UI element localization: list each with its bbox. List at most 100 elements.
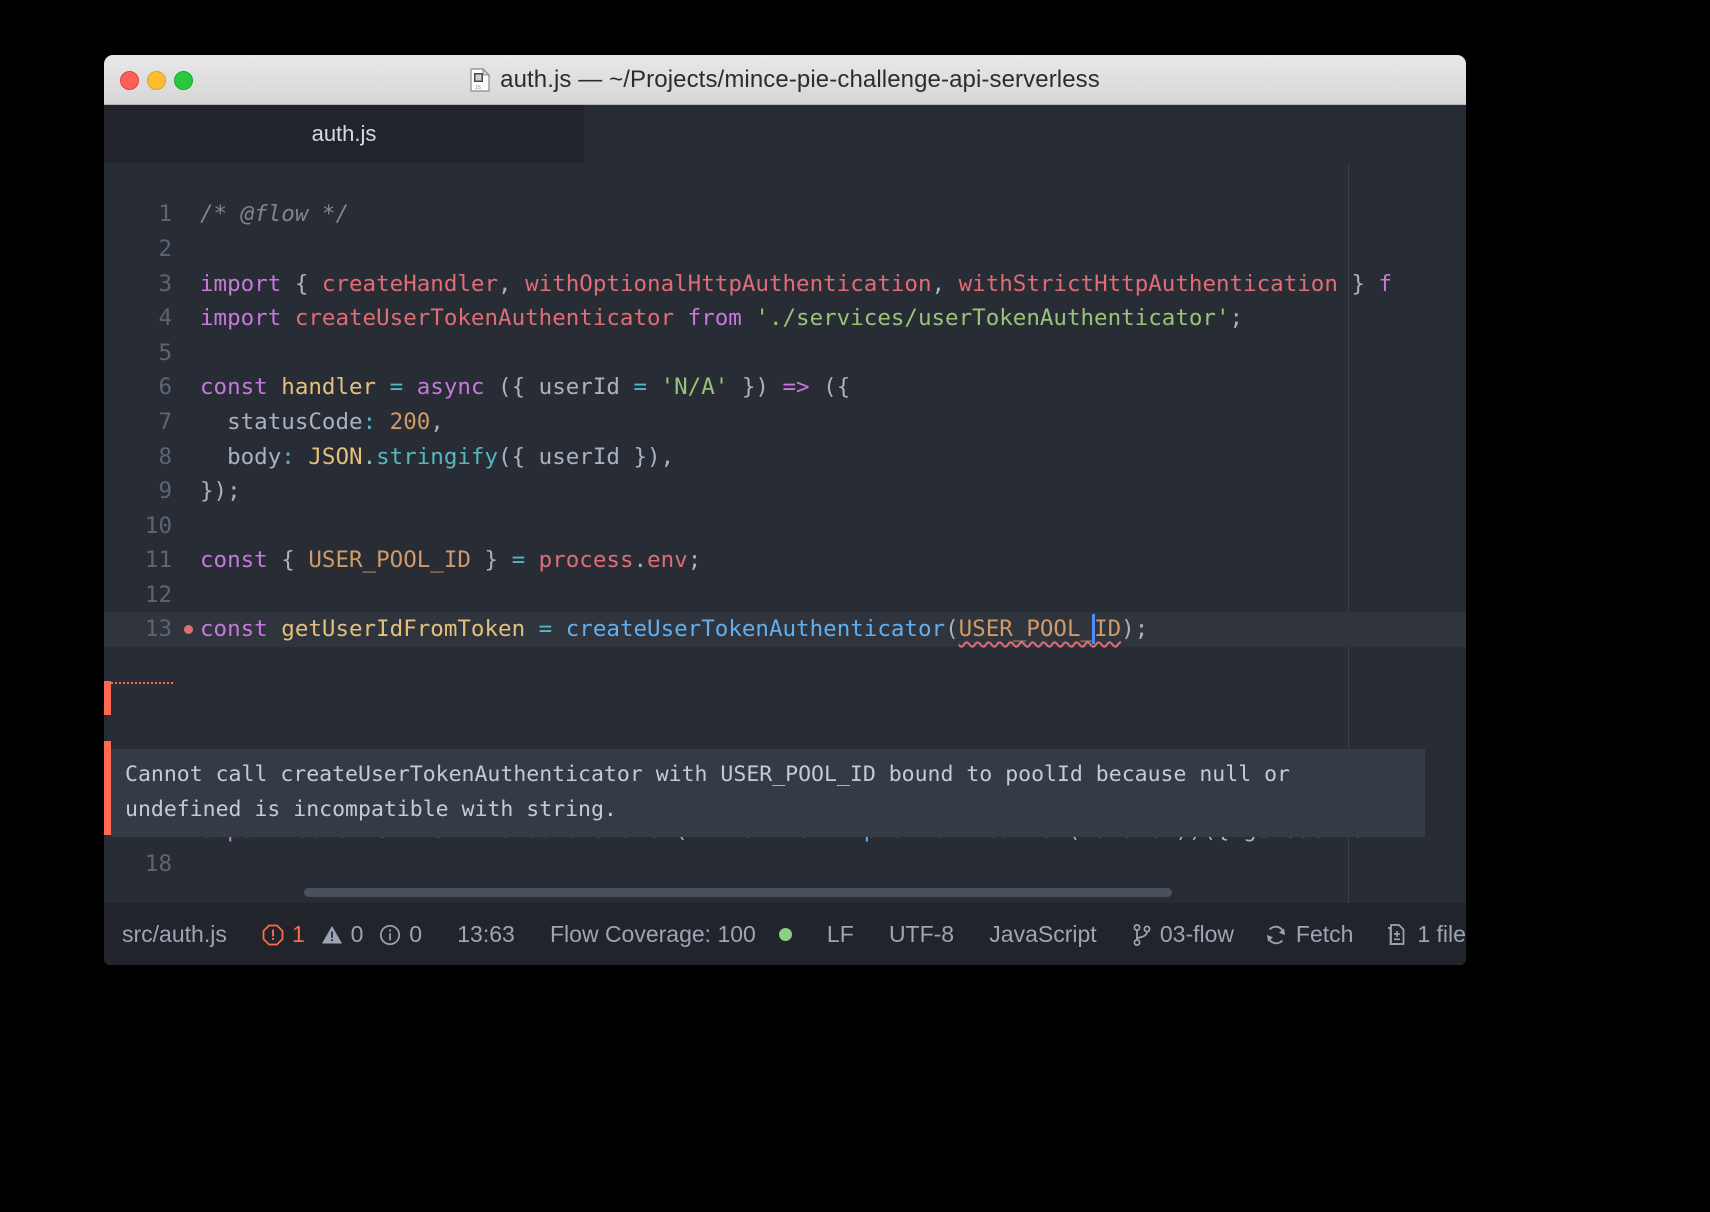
error-datatip-line-1: Cannot call createUserTokenAuthenticator… <box>125 762 1290 787</box>
horizontal-scrollbar-thumb[interactable] <box>304 888 1172 897</box>
code-line-2[interactable]: 2 <box>104 232 1466 267</box>
code-line-18[interactable]: 18 <box>104 847 1466 882</box>
status-line-ending[interactable]: LF <box>827 921 854 948</box>
status-flow-coverage[interactable]: Flow Coverage: 100 <box>550 921 756 948</box>
token: { <box>281 271 322 297</box>
code-line-13[interactable]: 13 const getUserIdFromToken = createUserT… <box>104 612 1466 647</box>
token: : <box>362 409 377 435</box>
tab-bar-empty-area <box>584 105 1466 163</box>
code-line-5[interactable]: 5 <box>104 336 1466 371</box>
token: => <box>782 374 810 400</box>
token: : <box>281 444 295 470</box>
status-flow-server[interactable] <box>778 928 792 941</box>
flow-coverage-label: Flow Coverage: 100 <box>550 921 756 947</box>
tab-bar: auth.js <box>104 105 1466 163</box>
code-line-10[interactable]: 10 <box>104 509 1466 544</box>
horizontal-scrollbar-track[interactable] <box>200 888 1450 897</box>
code-line-9[interactable]: 9}); <box>104 474 1466 509</box>
token: userId <box>538 374 620 400</box>
file-diff-icon <box>1383 922 1409 948</box>
editor-window: JS auth.js — ~/Projects/mince-pie-challe… <box>104 55 1466 965</box>
token: { <box>267 547 309 573</box>
token: , <box>931 271 959 297</box>
token: stringify <box>376 444 499 470</box>
close-button[interactable] <box>120 71 139 90</box>
code-line-8[interactable]: 8 body: JSON.stringify({ userId }), <box>104 440 1466 475</box>
line-ending-label: LF <box>826 921 854 947</box>
error-datatip[interactable]: Cannot call createUserTokenAuthenticator… <box>111 749 1425 837</box>
code-line-3[interactable]: 3 import { createHandler, withOptionalHtt… <box>104 267 1466 302</box>
token: , <box>498 271 526 297</box>
token: /* @flow */ <box>200 201 350 227</box>
token: userId <box>538 444 620 470</box>
git-branch-icon <box>1132 923 1152 947</box>
error-count-label: 1 <box>292 921 305 947</box>
window-controls <box>120 71 193 90</box>
minimize-button[interactable] <box>147 71 166 90</box>
token: f <box>1378 271 1393 297</box>
token: } <box>1337 271 1379 297</box>
token: = <box>538 616 553 642</box>
file-path-label: src/auth.js <box>122 921 227 947</box>
line-number: 18 <box>144 851 172 877</box>
code-line-1[interactable]: 1 /* @flow */ <box>104 197 1466 232</box>
token: ( <box>945 616 959 642</box>
code-line-7[interactable]: 7 statusCode: 200, <box>104 405 1466 440</box>
status-error-count[interactable]: 1 <box>262 921 305 948</box>
code-line-6[interactable]: 6 const handler = async ({ userId = 'N/A'… <box>104 370 1466 405</box>
status-file-path[interactable]: src/auth.js <box>122 921 227 948</box>
line-source: body: JSON.stringify({ userId }), <box>200 440 674 475</box>
code-line-12[interactable]: 12 <box>104 578 1466 613</box>
encoding-label: UTF-8 <box>888 921 955 947</box>
token: createHandler <box>321 271 499 297</box>
line-source: const { USER_POOL_ID } = process.env; <box>200 543 701 578</box>
window-titlebar: JS auth.js — ~/Projects/mince-pie-challe… <box>104 55 1466 105</box>
error-datatip-line-2: undefined is incompatible with string. <box>125 797 617 822</box>
status-changed-files[interactable]: 1 file <box>1383 921 1466 948</box>
status-grammar[interactable]: JavaScript <box>989 921 1096 948</box>
status-encoding[interactable]: UTF-8 <box>889 921 954 948</box>
status-warning-count[interactable]: 0 <box>321 921 363 948</box>
maximize-button[interactable] <box>174 71 193 90</box>
token: }), <box>619 444 675 470</box>
line-source: statusCode: 200, <box>200 405 444 440</box>
token: } <box>470 547 512 573</box>
window-title-group: JS auth.js — ~/Projects/mince-pie-challe… <box>104 66 1466 94</box>
token: ({ <box>484 374 539 400</box>
status-cursor-position[interactable]: 13:63 <box>457 921 515 948</box>
token: import <box>200 305 282 331</box>
token: withStrictHttpAuthentication <box>958 271 1338 297</box>
code-line-4[interactable]: 4 import createUserTokenAuthenticator fro… <box>104 301 1466 336</box>
token: ; <box>1229 305 1244 331</box>
code-editor[interactable]: 1 /* @flow */ 2 3 import { createHandler, wi… <box>104 163 1466 903</box>
token: 'N/A' <box>660 374 729 400</box>
token: getUserIdFromToken <box>281 616 526 642</box>
tab-auth-js[interactable]: auth.js <box>104 105 584 163</box>
token: USER_POOL_ID <box>958 616 1122 642</box>
warning-triangle-icon <box>321 924 343 946</box>
grammar-label: JavaScript <box>989 921 1097 947</box>
token: }) <box>728 374 783 400</box>
token: createUserTokenAuthenticator <box>294 305 675 331</box>
status-git-branch[interactable]: 03-flow <box>1132 921 1234 948</box>
token: 200 <box>389 409 431 435</box>
refresh-icon <box>1264 923 1288 947</box>
line-number: 11 <box>144 547 172 573</box>
line-error-dot[interactable] <box>184 625 193 634</box>
token: ); <box>1121 616 1149 642</box>
token: USER_POOL_ID <box>308 547 471 573</box>
line-number: 9 <box>158 478 172 504</box>
line-number: 2 <box>158 236 172 262</box>
code-line-11[interactable]: 11 const { USER_POOL_ID } = process.env; <box>104 543 1466 578</box>
status-fetch[interactable]: Fetch <box>1264 921 1353 948</box>
status-info-count[interactable]: 0 <box>379 921 422 948</box>
